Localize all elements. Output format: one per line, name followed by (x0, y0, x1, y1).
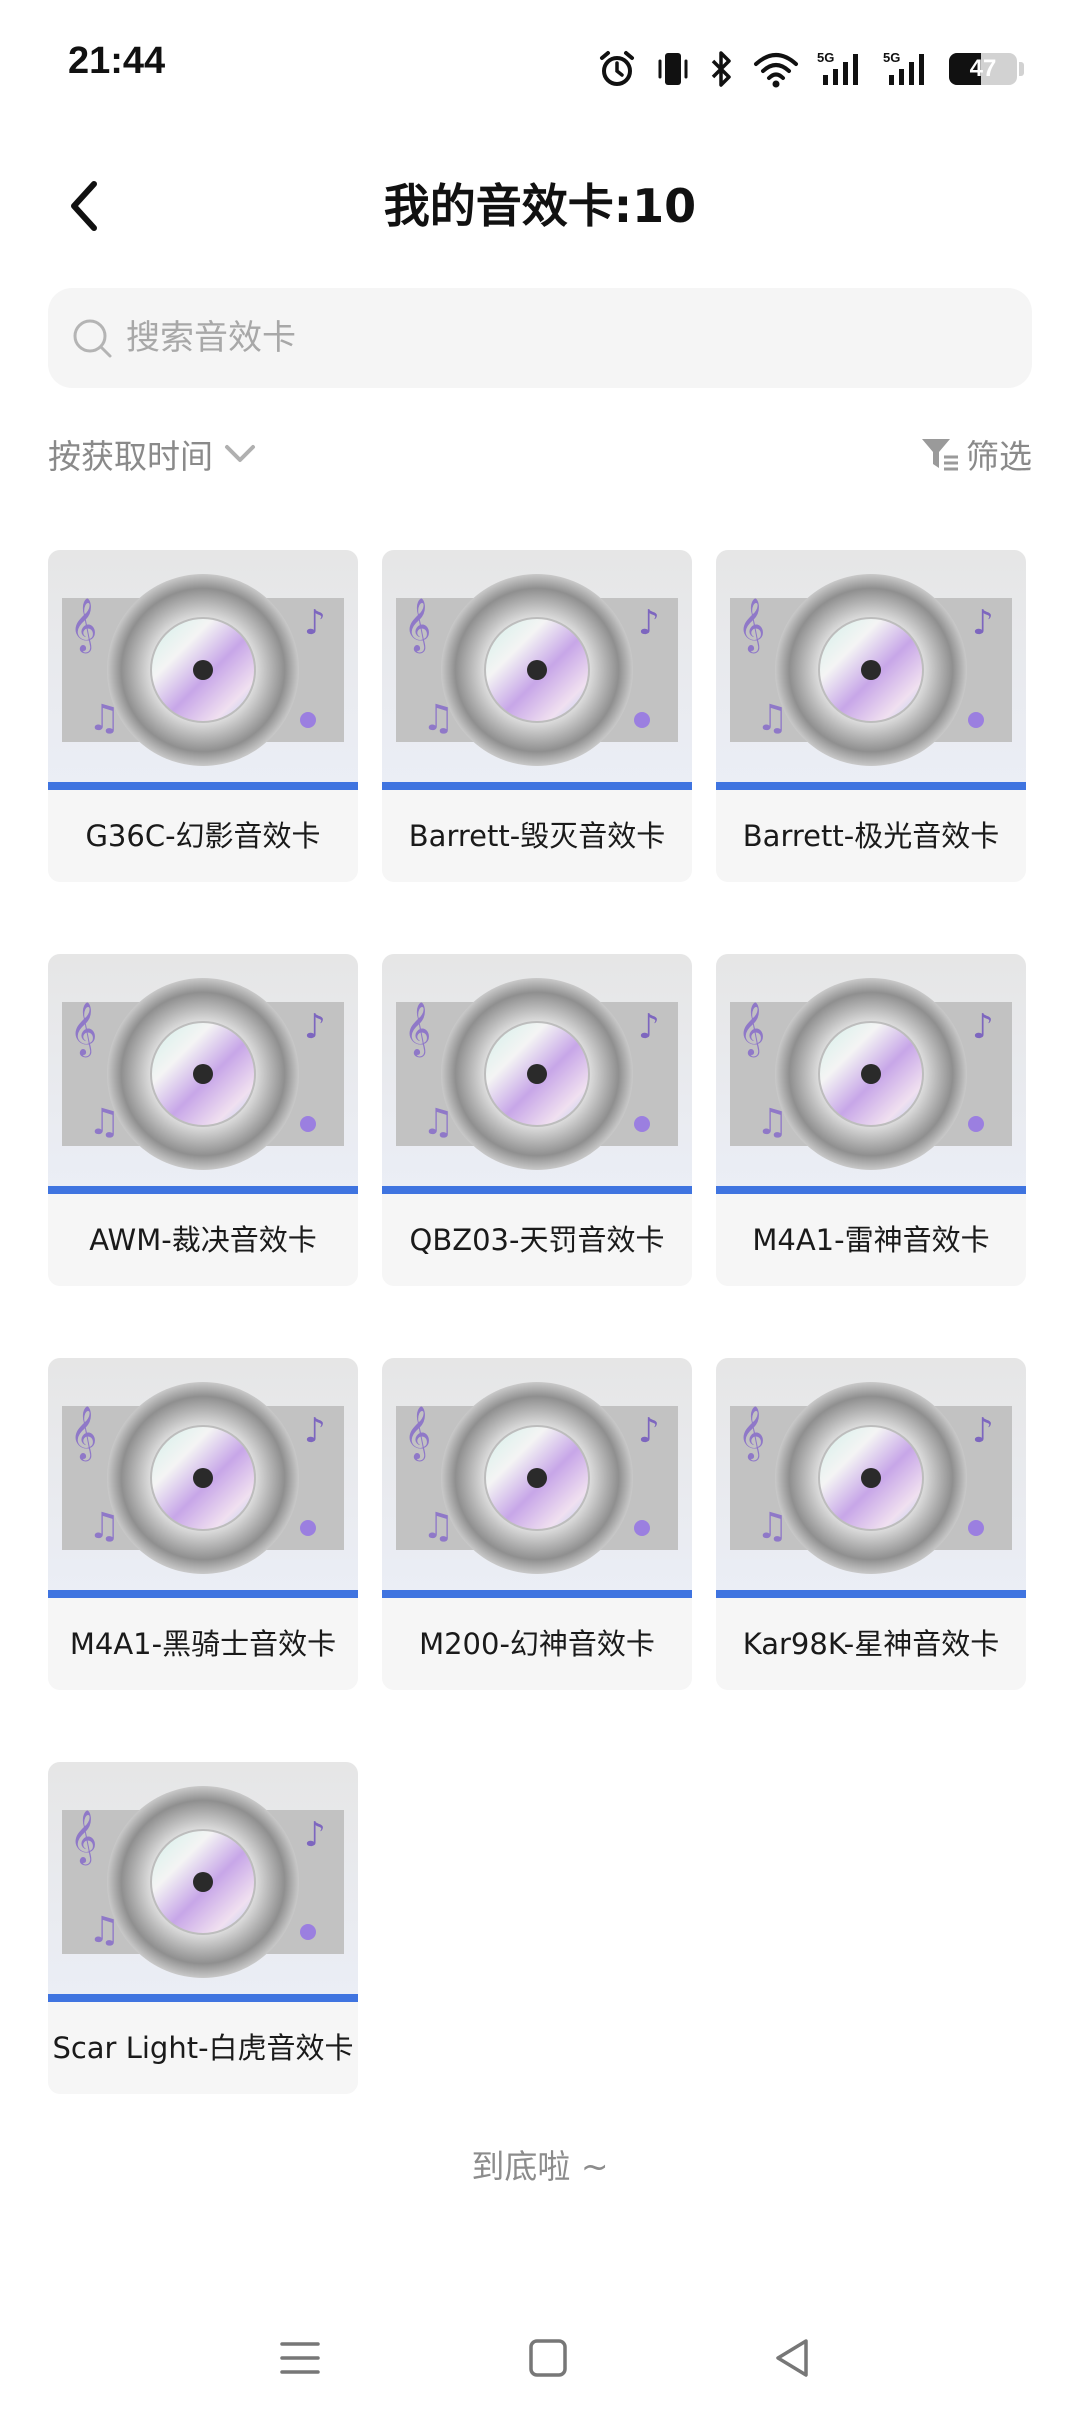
svg-text:♫: ♫ (756, 1102, 788, 1143)
svg-text:♫: ♫ (88, 698, 120, 739)
sound-card-image: 𝄞 ♫ ♪ (48, 1358, 358, 1598)
svg-text:5G: 5G (883, 50, 900, 65)
svg-text:𝄞: 𝄞 (404, 597, 431, 653)
sound-card[interactable]: 𝄞 ♫ ♪ Barrett-毁灭音效卡 (382, 550, 692, 882)
sound-card-image: 𝄞 ♫ ♪ (382, 550, 692, 790)
vibrate-icon (658, 53, 688, 85)
back-nav-button[interactable] (762, 2328, 822, 2388)
sound-card-label: QBZ03-天罚音效卡 (409, 1223, 665, 1257)
status-bar: 21:44 5G 5G 47 (0, 0, 1080, 130)
sound-card-label: M4A1-雷神音效卡 (752, 1223, 990, 1257)
end-of-list-text: 到底啦 ~ (471, 2147, 609, 2186)
svg-text:♪: ♪ (304, 1411, 326, 1451)
svg-text:♫: ♫ (756, 698, 788, 739)
back-icon (776, 2339, 808, 2377)
svg-text:♪: ♪ (972, 603, 994, 643)
sound-card-image: 𝄞 ♫ ♪ (48, 550, 358, 790)
svg-text:♫: ♫ (88, 1506, 120, 1547)
sound-card-image: 𝄞 ♫ ♪ (716, 550, 1026, 790)
sound-card[interactable]: 𝄞 ♫ ♪ Kar98K-星神音效卡 (716, 1358, 1026, 1690)
svg-text:♪: ♪ (972, 1411, 994, 1451)
status-icons: 5G 5G 47 (597, 44, 1024, 94)
status-time: 21:44 (68, 40, 166, 82)
menu-button[interactable] (270, 2328, 330, 2388)
svg-text:𝄞: 𝄞 (70, 597, 97, 653)
sound-card[interactable]: 𝄞 ♫ ♪ QBZ03-天罚音效卡 (382, 954, 692, 1286)
alarm-icon (600, 51, 634, 86)
svg-text:𝄞: 𝄞 (70, 1001, 97, 1057)
svg-text:𝄞: 𝄞 (738, 1405, 765, 1461)
signal-5g-icon: 5G (883, 50, 924, 85)
bluetooth-icon (711, 51, 731, 87)
svg-text:♪: ♪ (972, 1007, 994, 1047)
home-icon (529, 2339, 567, 2377)
chevron-down-icon (225, 445, 255, 462)
svg-text:𝄞: 𝄞 (70, 1405, 97, 1461)
sort-filter-row: 按获取时间 筛选 (48, 430, 1032, 494)
sound-card[interactable]: 𝄞 ♫ ♪ AWM-裁决音效卡 (48, 954, 358, 1286)
svg-text:♫: ♫ (422, 1506, 454, 1547)
svg-text:♫: ♫ (88, 1102, 120, 1143)
svg-text:𝄞: 𝄞 (70, 1809, 97, 1865)
sound-card-image: 𝄞 ♫ ♪ (716, 1358, 1026, 1598)
svg-text:♪: ♪ (304, 1815, 326, 1855)
sound-card-label: AWM-裁决音效卡 (89, 1223, 317, 1257)
sound-card-label: Barrett-极光音效卡 (742, 819, 1000, 853)
svg-text:♫: ♫ (422, 1102, 454, 1143)
battery-level: 47 (969, 55, 997, 82)
sound-card[interactable]: 𝄞 ♫ ♪ Scar Light-白虎音效卡 (48, 1762, 358, 2094)
sort-button[interactable]: 按获取时间 (48, 430, 257, 478)
sound-card-image: 𝄞 ♫ ♪ (48, 954, 358, 1194)
sound-card-image: 𝄞 ♫ ♪ (48, 1762, 358, 2002)
battery-tip (1019, 62, 1024, 76)
search-box[interactable] (48, 288, 1032, 388)
svg-text:♫: ♫ (88, 1910, 120, 1951)
sound-card-label: M200-幻神音效卡 (419, 1627, 655, 1661)
sound-card[interactable]: 𝄞 ♫ ♪ Barrett-极光音效卡 (716, 550, 1026, 882)
svg-text:♪: ♪ (304, 603, 326, 643)
sound-card[interactable]: 𝄞 ♫ ♪ M4A1-黑骑士音效卡 (48, 1358, 358, 1690)
svg-text:𝄞: 𝄞 (404, 1405, 431, 1461)
sound-card-label: M4A1-黑骑士音效卡 (69, 1627, 337, 1661)
navigation-bar (0, 2300, 1080, 2412)
signal-5g-icon: 5G (817, 50, 858, 85)
svg-text:5G: 5G (817, 50, 834, 65)
svg-text:𝄞: 𝄞 (738, 597, 765, 653)
filter-icon (922, 439, 958, 471)
battery-icon: 47 (949, 53, 1017, 85)
svg-text:𝄞: 𝄞 (738, 1001, 765, 1057)
sound-card-image: 𝄞 ♫ ♪ (382, 1358, 692, 1598)
sound-card[interactable]: 𝄞 ♫ ♪ M200-幻神音效卡 (382, 1358, 692, 1690)
page: 21:44 5G 5G 47 我的音效卡:10 搜索音效卡 按获取时间 筛选 𝄞… (0, 0, 1080, 2412)
header: 我的音效卡:10 (0, 150, 1080, 260)
sort-label: 按获取时间 (48, 437, 213, 476)
search-input[interactable] (124, 317, 1008, 359)
svg-text:♪: ♪ (304, 1007, 326, 1047)
sound-card-label: Barrett-毁灭音效卡 (408, 819, 666, 853)
wifi-icon (754, 53, 798, 88)
sound-card-image: 𝄞 ♫ ♪ (716, 954, 1026, 1194)
sound-card-label: Kar98K-星神音效卡 (742, 1627, 1000, 1661)
sound-card[interactable]: 𝄞 ♫ ♪ G36C-幻影音效卡 (48, 550, 358, 882)
filter-label: 筛选 (966, 437, 1032, 476)
sound-card-label: G36C-幻影音效卡 (85, 819, 321, 853)
search-icon (73, 319, 112, 358)
page-title: 我的音效卡:10 (383, 179, 697, 233)
home-button[interactable] (518, 2328, 578, 2388)
svg-text:♫: ♫ (422, 698, 454, 739)
svg-text:𝄞: 𝄞 (404, 1001, 431, 1057)
svg-text:♪: ♪ (638, 1007, 660, 1047)
svg-text:♪: ♪ (638, 603, 660, 643)
sound-card-image: 𝄞 ♫ ♪ (382, 954, 692, 1194)
menu-icon (280, 2342, 320, 2374)
svg-text:♫: ♫ (756, 1506, 788, 1547)
svg-text:♪: ♪ (638, 1411, 660, 1451)
sound-card[interactable]: 𝄞 ♫ ♪ M4A1-雷神音效卡 (716, 954, 1026, 1286)
filter-button[interactable]: 筛选 (920, 430, 1032, 478)
sound-card-label: Scar Light-白虎音效卡 (52, 2031, 354, 2065)
